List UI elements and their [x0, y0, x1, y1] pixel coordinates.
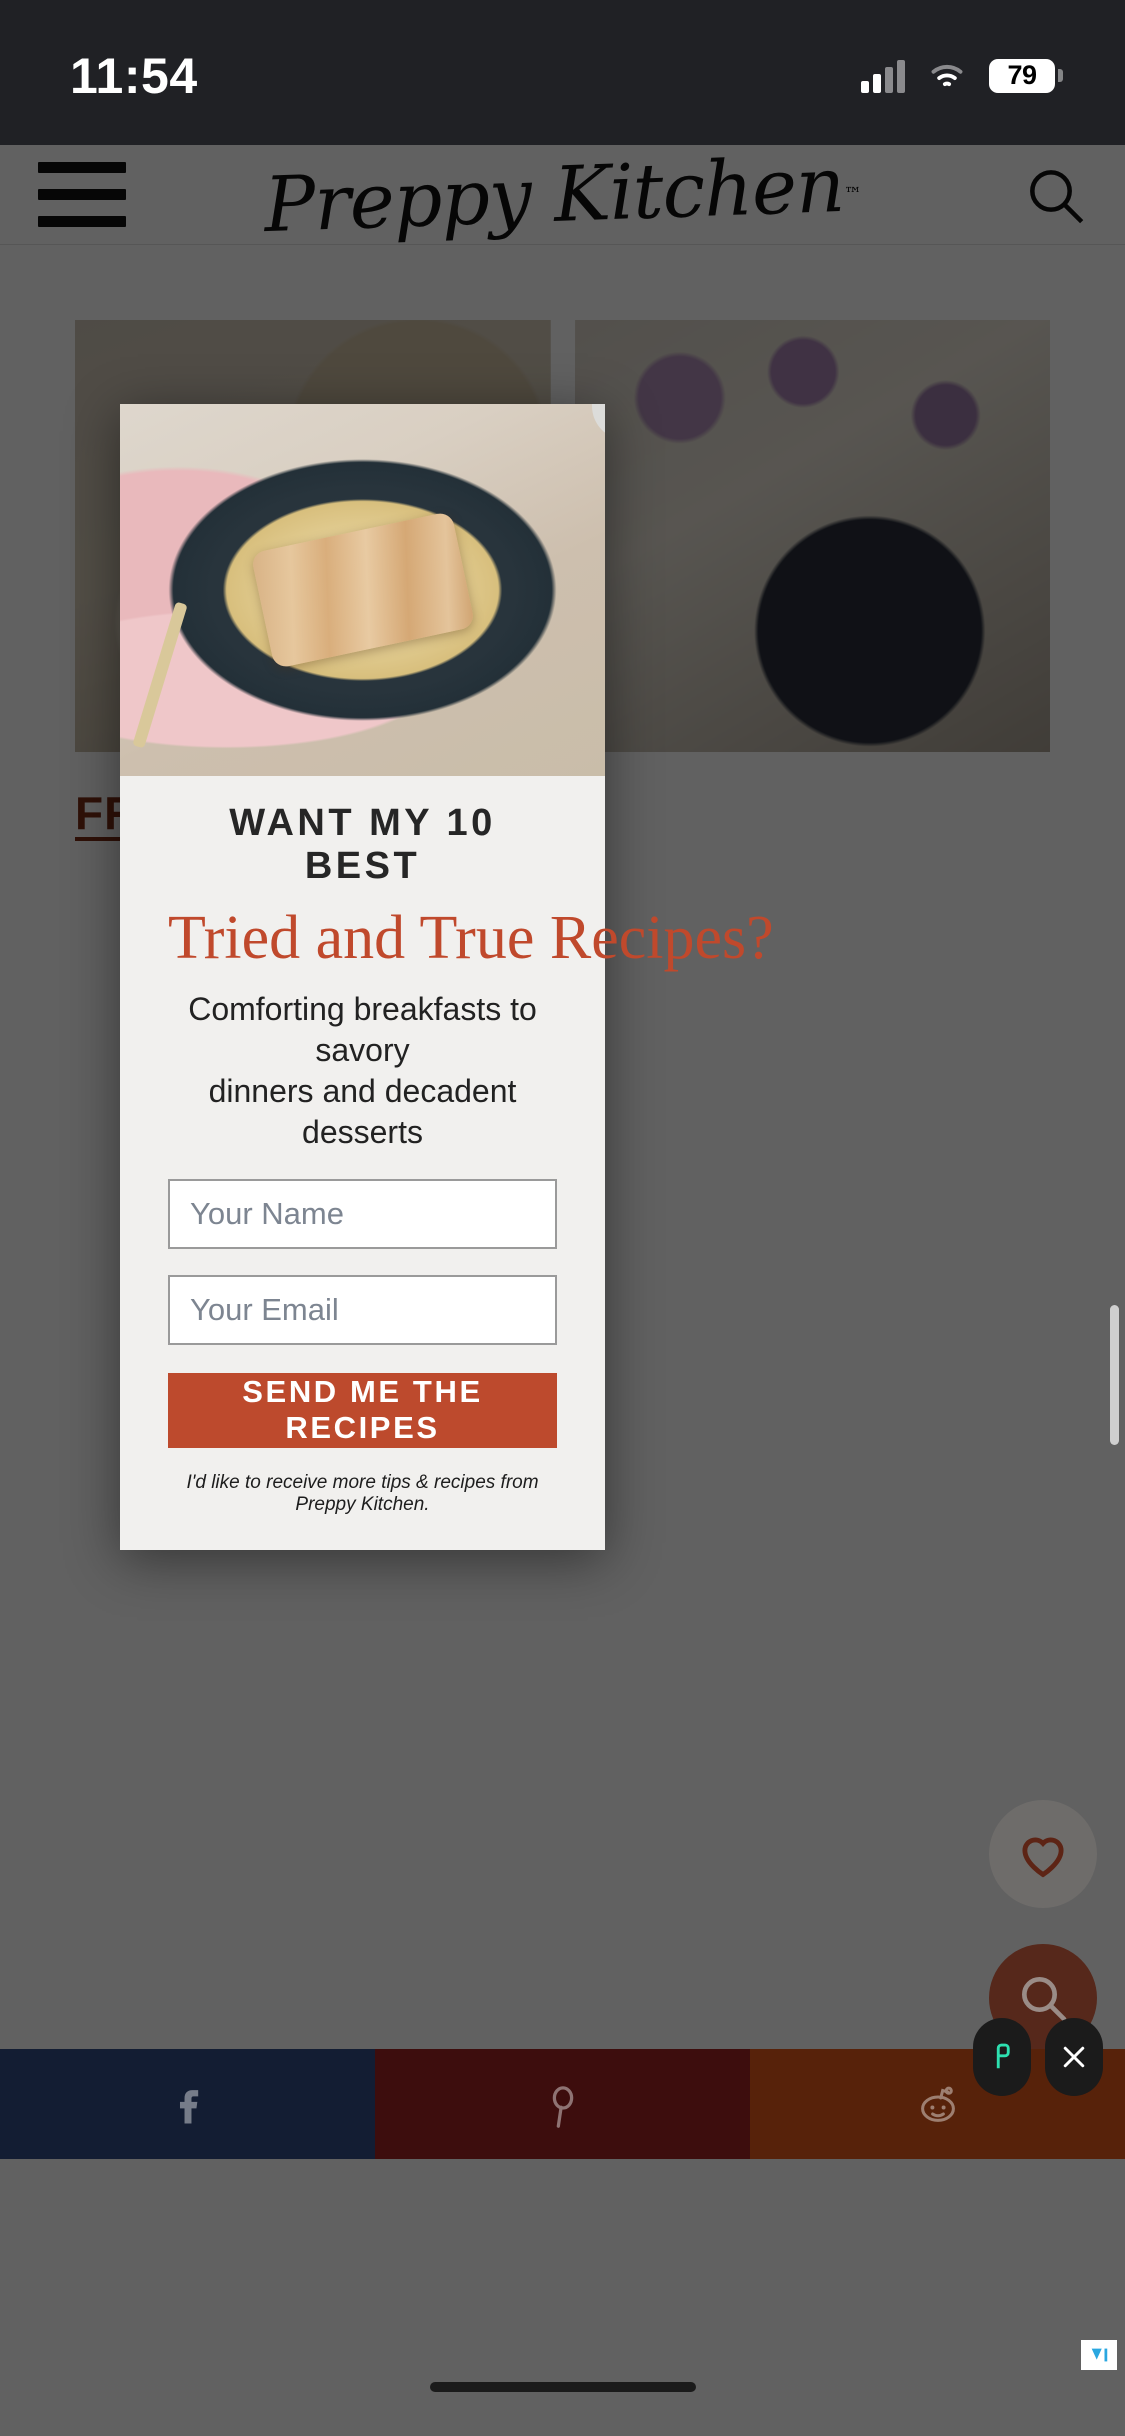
status-time: 11:54 — [70, 47, 198, 104]
modal-kicker: WANT MY 10 BEST — [229, 802, 496, 887]
share-toggle-button[interactable] — [973, 2018, 1031, 2096]
pinterest-icon — [552, 2086, 573, 2128]
modal-close-button[interactable] — [592, 404, 605, 440]
name-input[interactable] — [190, 1180, 535, 1247]
battery-icon: 79 — [989, 58, 1063, 93]
modal-fineprint: I'd like to receive more tips & recipes … — [186, 1471, 539, 1515]
share-toggle-icon — [996, 2043, 1010, 2069]
page-scrollbar[interactable] — [1110, 1305, 1119, 1445]
modal-subcopy: Comforting breakfasts to savory dinners … — [168, 989, 557, 1153]
fork-decoration — [132, 601, 188, 749]
favorites-fab[interactable] — [989, 1800, 1097, 1908]
modal-subcopy-line-1: Comforting breakfasts to savory — [188, 991, 537, 1069]
heart-icon — [1022, 1837, 1064, 1878]
cellular-signal-icon — [861, 59, 905, 93]
modal-headline: Tried and True Recipes? — [168, 904, 774, 972]
name-field-wrapper[interactable] — [168, 1178, 557, 1249]
close-icon — [1063, 2046, 1085, 2068]
newsletter-modal: WANT MY 10 BEST Tried and True Recipes? … — [120, 404, 774, 1550]
social-share-bar — [0, 2049, 1125, 2159]
modal-subcopy-line-2: dinners and decadent desserts — [208, 1073, 517, 1150]
status-indicators: 79 — [861, 58, 1063, 93]
status-bar: 11:54 79 — [0, 0, 1125, 145]
adchoices-icon — [1091, 2348, 1108, 2362]
home-indicator — [429, 2382, 696, 2392]
modal-hero-image — [120, 404, 605, 776]
adchoices-badge[interactable] — [1081, 2340, 1117, 2370]
share-bar-close-button[interactable] — [1045, 2018, 1103, 2096]
battery-level: 79 — [1007, 60, 1037, 90]
reddit-icon — [920, 2086, 955, 2122]
phone-screen: Preppy Kitchen ™ FREE — [0, 0, 1125, 2436]
email-field-wrapper[interactable] — [168, 1274, 557, 1345]
chicken-decoration — [249, 510, 476, 670]
share-bar-controls — [973, 2018, 1103, 2096]
share-facebook-button[interactable] — [0, 2049, 375, 2159]
facebook-icon — [179, 2090, 198, 2124]
modal-body: WANT MY 10 BEST Tried and True Recipes? … — [120, 776, 774, 1550]
wifi-icon — [931, 64, 963, 86]
email-input[interactable] — [190, 1276, 535, 1343]
share-pinterest-button[interactable] — [375, 2049, 750, 2159]
submit-button[interactable]: SEND ME THE RECIPES — [168, 1372, 557, 1448]
